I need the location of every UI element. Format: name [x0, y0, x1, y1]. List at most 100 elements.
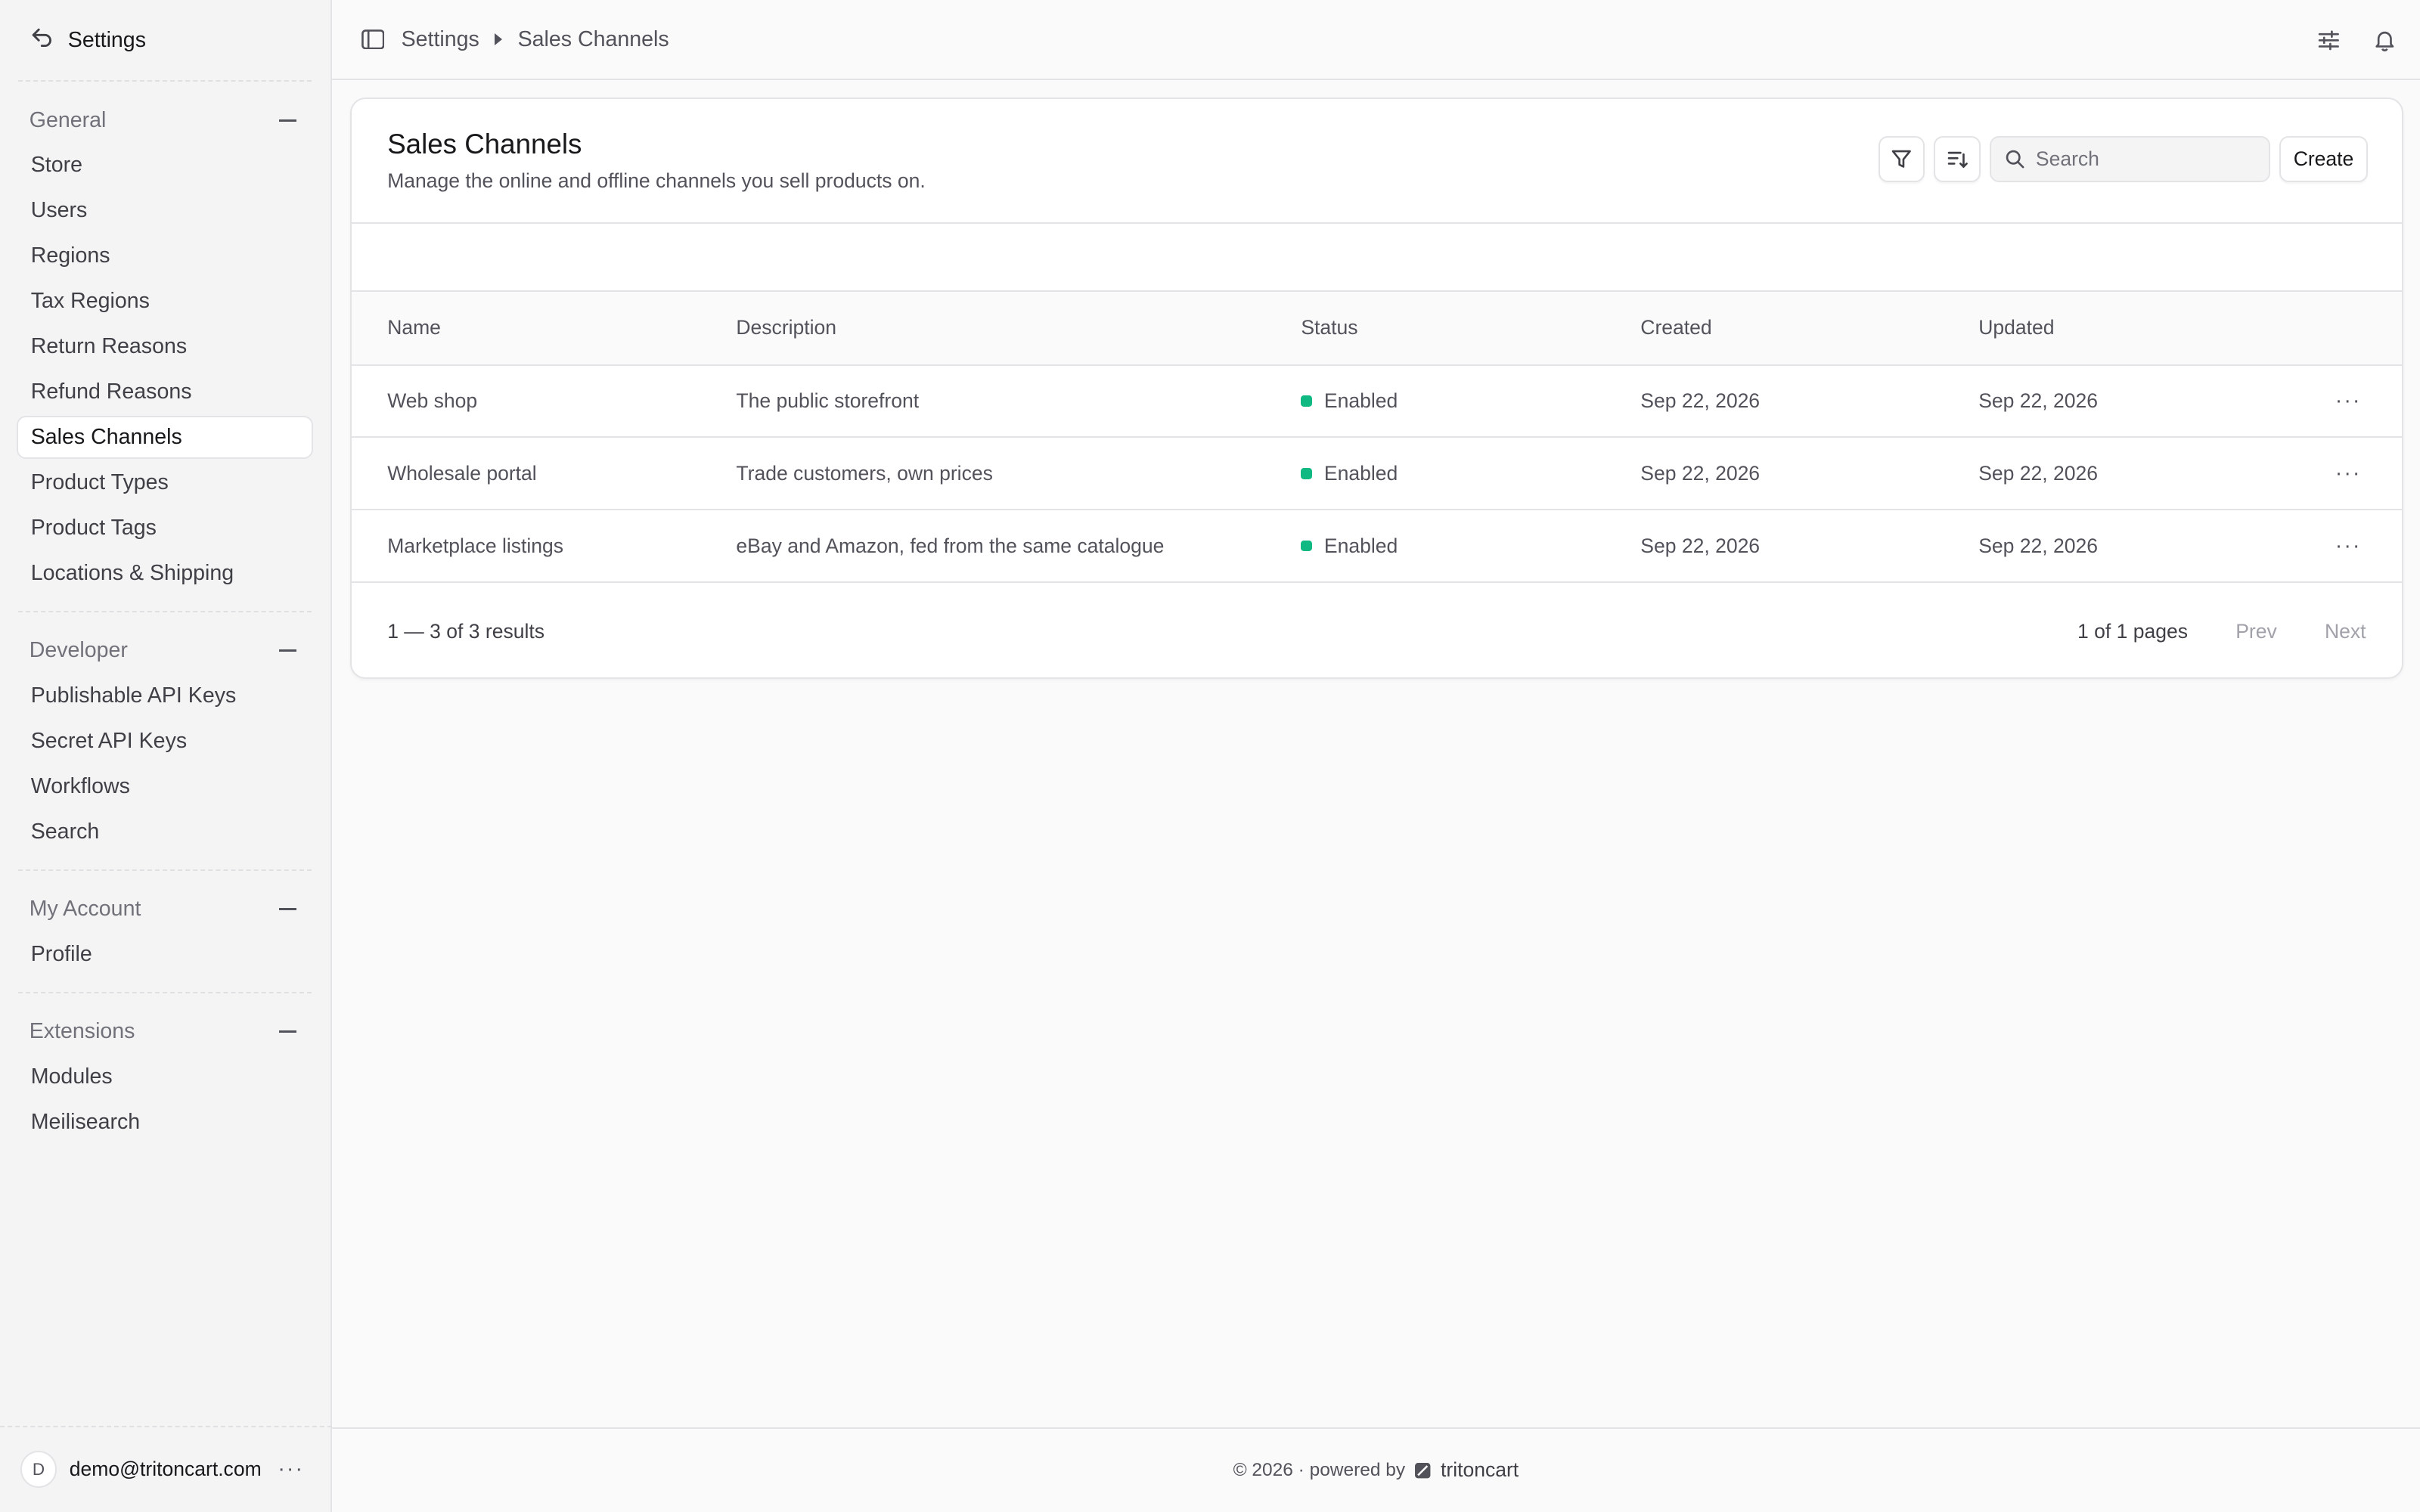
- updated-date: Sep 22, 2026: [1978, 534, 2098, 557]
- channel-description: eBay and Amazon, fed from the same catal…: [736, 534, 1165, 557]
- sidebar-section-label: Developer: [29, 638, 128, 663]
- breadcrumb-settings[interactable]: Settings: [402, 27, 479, 52]
- footer: © 2026 · powered by tritoncart: [331, 1427, 2420, 1512]
- created-date: Sep 22, 2026: [1640, 534, 1761, 557]
- sidebar-section-extensions: Extensions Modules Meilisearch: [0, 993, 330, 1160]
- table-row[interactable]: Web shop The public storefront Enabled Sep …: [352, 365, 2402, 438]
- status-badge: Enabled: [1323, 389, 1398, 412]
- sidebar-title: Settings: [67, 27, 146, 52]
- filter-button[interactable]: [1878, 135, 1925, 182]
- back-arrow-icon[interactable]: [29, 25, 54, 56]
- sidebar-section-developer: Developer Publishable API Keys Secret API …: [0, 612, 330, 869]
- create-button[interactable]: Create: [2279, 135, 2368, 182]
- bell-icon[interactable]: [2372, 28, 2397, 53]
- collapse-minus-icon[interactable]: [279, 908, 296, 911]
- sort-icon: [1947, 151, 1968, 169]
- table-row[interactable]: Wholesale portal Trade customers, own pri…: [352, 437, 2402, 510]
- sidebar-section-label: General: [29, 107, 107, 132]
- sidebar-item-return-reasons[interactable]: Return Reasons: [17, 325, 313, 368]
- results-count: 1 — 3 of 3 results: [387, 620, 544, 643]
- search-field[interactable]: [1989, 135, 2271, 182]
- sidebar-section-header[interactable]: Developer: [17, 627, 313, 674]
- status-badge: Enabled: [1323, 461, 1398, 485]
- sales-channels-table: Name Description Status Created Updated …: [352, 290, 2402, 584]
- status-dot-icon: [1301, 395, 1312, 407]
- filter-icon: [1891, 150, 1911, 168]
- user-email: demo@tritoncart.com: [69, 1458, 262, 1481]
- sidebar-section-my-account: My Account Profile: [0, 871, 330, 992]
- sidebar-item-search[interactable]: Search: [17, 810, 313, 854]
- pagination: 1 — 3 of 3 results 1 of 1 pages Prev Nex…: [352, 583, 2401, 680]
- status-cell: Enabled: [1301, 510, 1640, 582]
- prev-button[interactable]: Prev: [2235, 620, 2277, 643]
- updated-date: Sep 22, 2026: [1978, 461, 2098, 485]
- row-actions-icon[interactable]: ···: [2287, 365, 2401, 438]
- sidebar-section-label: Extensions: [29, 1019, 135, 1044]
- status-cell: Enabled: [1301, 437, 1640, 510]
- search-input[interactable]: [2035, 147, 2252, 171]
- collapse-minus-icon[interactable]: [279, 1030, 296, 1033]
- chevron-right-icon: [495, 33, 503, 46]
- created-date: Sep 22, 2026: [1640, 389, 1761, 412]
- channel-name: Web shop: [387, 389, 478, 412]
- sidebar-item-sales-channels[interactable]: Sales Channels: [17, 415, 314, 459]
- sidebar-item-publishable-api-keys[interactable]: Publishable API Keys: [17, 674, 313, 717]
- column-header-name[interactable]: Name: [352, 291, 736, 365]
- column-header-status[interactable]: Status: [1301, 291, 1640, 365]
- breadcrumb-sales-channels: Sales Channels: [517, 26, 669, 51]
- topbar: Settings Sales Channels: [331, 0, 2420, 81]
- sort-button[interactable]: [1934, 135, 1981, 182]
- sidebar-item-modules[interactable]: Modules: [17, 1055, 313, 1098]
- table-header-row: Name Description Status Created Updated: [352, 290, 2402, 365]
- channel-description: Trade customers, own prices: [736, 461, 993, 485]
- adjustments-icon[interactable]: [2316, 28, 2341, 53]
- brand-logo-icon: [1414, 1462, 1431, 1479]
- created-date: Sep 22, 2026: [1640, 461, 1761, 485]
- sidebar-item-refund-reasons[interactable]: Refund Reasons: [17, 370, 313, 414]
- footer-text: © 2026 · powered by: [1233, 1459, 1406, 1480]
- user-menu[interactable]: D demo@tritoncart.com ···: [0, 1425, 332, 1512]
- column-header-updated[interactable]: Updated: [1978, 291, 2287, 365]
- sidebar-item-workflows[interactable]: Workflows: [17, 765, 313, 808]
- channel-name: Marketplace listings: [387, 534, 564, 557]
- search-icon: [2006, 150, 2024, 169]
- filter-bar: [352, 222, 2402, 290]
- sidebar-section-header[interactable]: My Account: [17, 886, 313, 932]
- sidebar-toggle-icon[interactable]: [361, 29, 385, 50]
- sidebar-item-meilisearch[interactable]: Meilisearch: [17, 1100, 313, 1143]
- status-dot-icon: [1301, 468, 1312, 479]
- row-actions-icon[interactable]: ···: [2287, 437, 2401, 510]
- more-options-icon[interactable]: ···: [278, 1457, 304, 1482]
- channel-name: Wholesale portal: [387, 461, 537, 485]
- sidebar-section-label: My Account: [29, 897, 141, 922]
- sidebar: Settings General Store Users Regions Tax Reg…: [0, 0, 332, 1512]
- footer-brand[interactable]: tritoncart: [1441, 1458, 1519, 1482]
- updated-date: Sep 22, 2026: [1978, 389, 2098, 412]
- sidebar-section-header[interactable]: Extensions: [17, 1009, 313, 1055]
- sidebar-header[interactable]: Settings: [0, 0, 330, 80]
- collapse-minus-icon[interactable]: [279, 119, 296, 122]
- row-actions-icon[interactable]: ···: [2287, 510, 2401, 582]
- sidebar-item-profile[interactable]: Profile: [17, 932, 313, 975]
- status-badge: Enabled: [1323, 534, 1398, 557]
- channel-description: The public storefront: [736, 389, 920, 412]
- sidebar-item-regions[interactable]: Regions: [17, 234, 313, 277]
- sidebar-item-tax-regions[interactable]: Tax Regions: [17, 280, 313, 323]
- table-row[interactable]: Marketplace listings eBay and Amazon, fed…: [352, 510, 2402, 583]
- sidebar-section-general: General Store Users Regions Tax Regions Retur…: [0, 82, 330, 611]
- avatar: D: [20, 1451, 57, 1489]
- status-cell: Enabled: [1301, 365, 1640, 438]
- sales-channels-card: Sales Channels Manage the online and off…: [350, 97, 2403, 680]
- next-button[interactable]: Next: [2325, 620, 2366, 643]
- column-header-description[interactable]: Description: [736, 291, 1301, 365]
- sidebar-item-store[interactable]: Store: [17, 144, 313, 187]
- column-header-created[interactable]: Created: [1640, 291, 1978, 365]
- sidebar-item-locations-shipping[interactable]: Locations & Shipping: [17, 552, 313, 595]
- sidebar-item-secret-api-keys[interactable]: Secret API Keys: [17, 720, 313, 763]
- sidebar-item-product-tags[interactable]: Product Tags: [17, 507, 313, 550]
- sidebar-item-product-types[interactable]: Product Types: [17, 461, 313, 504]
- page-indicator: 1 of 1 pages: [2077, 620, 2188, 643]
- sidebar-item-users[interactable]: Users: [17, 189, 313, 232]
- sidebar-section-header[interactable]: General: [17, 98, 313, 144]
- collapse-minus-icon[interactable]: [279, 649, 296, 652]
